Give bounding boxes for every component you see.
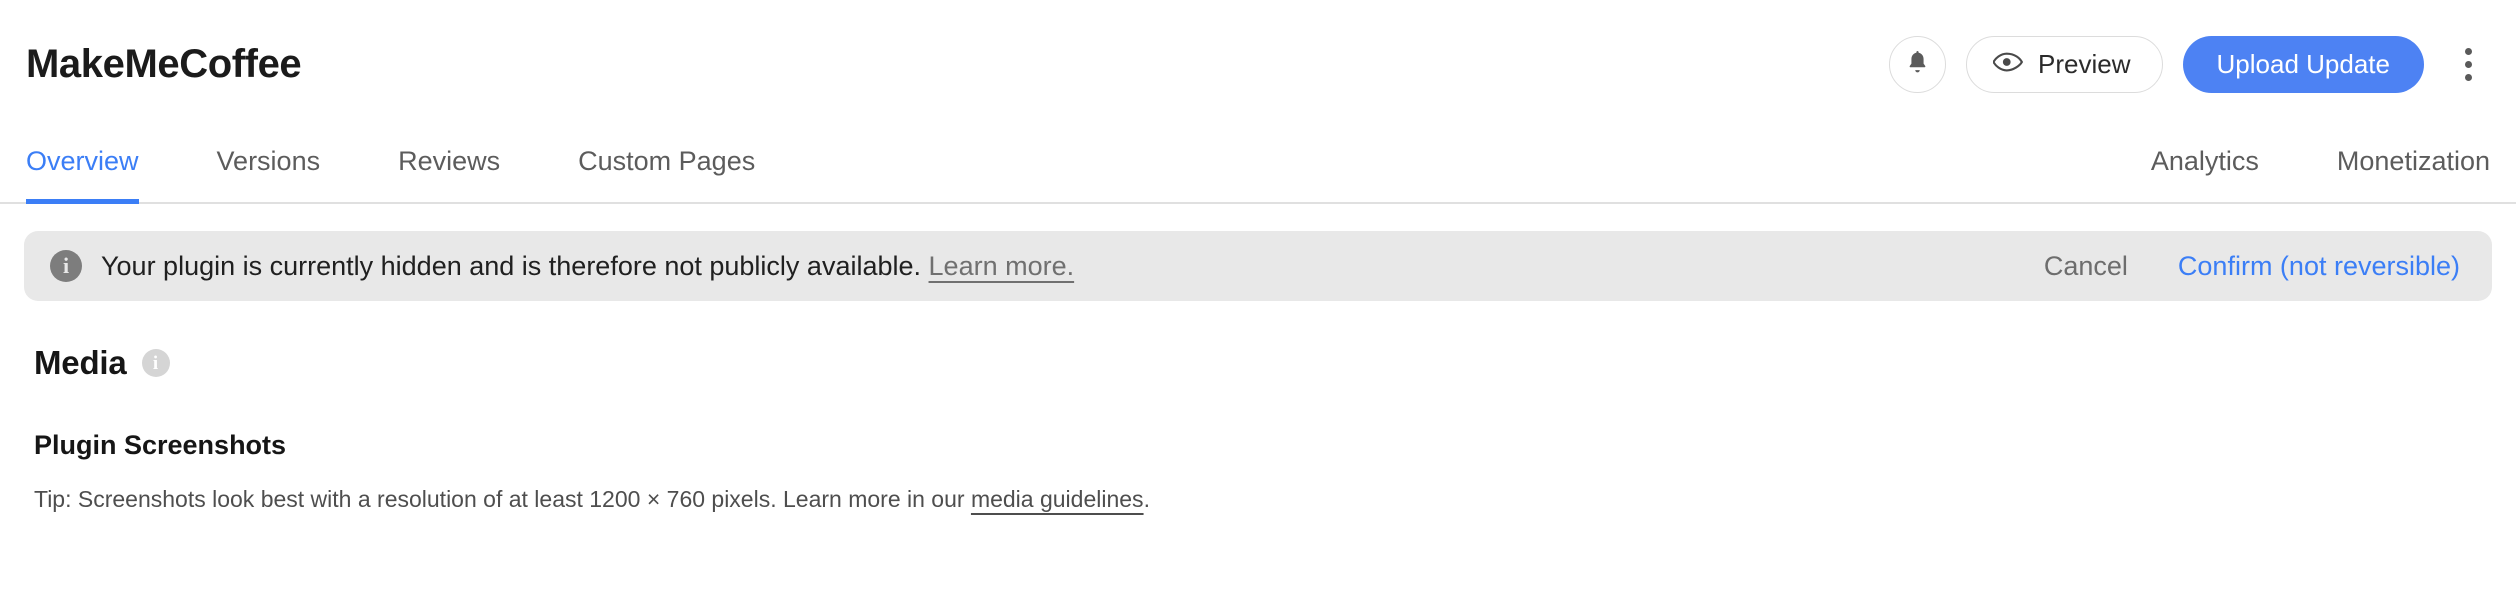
learn-more-link[interactable]: Learn more. [929, 251, 1075, 281]
plugin-screenshots-title: Plugin Screenshots [34, 430, 287, 460]
plugin-admin-page: MakeMeCoffee Preview Upload Update Overv… [0, 0, 2516, 594]
tab-versions[interactable]: Versions [217, 128, 321, 204]
info-icon-glyph: i [62, 253, 70, 278]
eye-icon [1992, 47, 2024, 82]
screenshots-tip-suffix: . [1143, 486, 1150, 512]
status-banner: i Your plugin is currently hidden and is… [24, 231, 2492, 301]
screenshots-tip: Tip: Screenshots look best with a resolu… [24, 486, 2492, 513]
kebab-menu-icon[interactable] [2446, 36, 2490, 93]
tab-analytics[interactable]: Analytics [2151, 128, 2259, 204]
preview-button-label: Preview [2038, 48, 2131, 79]
navigation-tabs: Overview Versions Reviews Custom Pages A… [0, 128, 2516, 204]
tab-custom-pages[interactable]: Custom Pages [578, 128, 755, 204]
info-icon: i [50, 250, 82, 282]
tab-monetization[interactable]: Monetization [2337, 128, 2490, 204]
media-info-icon[interactable]: i [141, 349, 170, 377]
secondary-tabs: Analytics Monetization [2073, 128, 2490, 204]
header-actions: Preview Upload Update [1889, 35, 2490, 93]
confirm-button[interactable]: Confirm (not reversible) [2178, 251, 2460, 282]
banner-actions: Cancel Confirm (not reversible) [2044, 251, 2460, 282]
preview-button[interactable]: Preview [1966, 35, 2163, 93]
media-section-title: Media [34, 344, 127, 381]
page-header: MakeMeCoffee Preview Upload Update [0, 0, 2516, 128]
banner-container: i Your plugin is currently hidden and is… [0, 204, 2516, 301]
media-info-icon-glyph: i [152, 352, 159, 374]
kebab-dot [2464, 73, 2472, 81]
kebab-dot [2464, 47, 2472, 55]
screenshots-tip-text: Tip: Screenshots look best with a resolu… [34, 486, 971, 512]
page-title: MakeMeCoffee [26, 42, 302, 86]
tab-overview[interactable]: Overview [26, 128, 139, 204]
cancel-button[interactable]: Cancel [2044, 251, 2128, 282]
primary-tabs: Overview Versions Reviews Custom Pages [26, 128, 755, 204]
bell-icon [1904, 48, 1931, 81]
notifications-button[interactable] [1889, 35, 1947, 93]
media-section-header: Media i [24, 344, 2492, 382]
tab-reviews[interactable]: Reviews [398, 128, 500, 204]
media-guidelines-link[interactable]: media guidelines [971, 486, 1144, 512]
banner-message-text: Your plugin is currently hidden and is t… [101, 250, 922, 281]
upload-update-button[interactable]: Upload Update [2182, 35, 2424, 93]
kebab-dot [2464, 60, 2472, 68]
banner-message: Your plugin is currently hidden and is t… [101, 251, 1074, 282]
main-content: Media i Plugin Screenshots Tip: Screensh… [0, 344, 2516, 513]
